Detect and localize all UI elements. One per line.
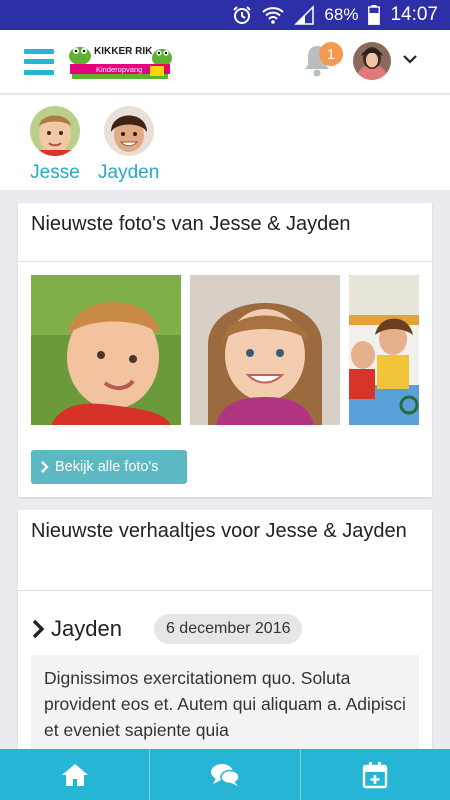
card-title: Nieuwste foto's van Jesse & Jayden — [31, 213, 351, 235]
notification-badge: 1 — [319, 42, 343, 66]
children-selector: Jesse Jayden — [0, 95, 450, 190]
chevron-right-icon — [32, 619, 45, 639]
chevron-down-icon[interactable] — [402, 52, 418, 64]
child-avatar — [103, 106, 154, 156]
latest-stories-card: Nieuwste verhaaltjes voor Jesse & Jayden… — [18, 510, 432, 770]
alarm-icon — [232, 5, 252, 25]
divider — [18, 590, 432, 591]
user-avatar[interactable] — [353, 42, 391, 80]
nav-messages[interactable] — [149, 749, 299, 800]
battery-icon — [368, 5, 381, 25]
home-icon — [61, 763, 88, 786]
hamburger-menu-icon[interactable] — [24, 48, 54, 75]
logo-title: KIKKER RIK — [94, 46, 153, 57]
story-header[interactable]: Jayden 6 december 2016 — [31, 614, 303, 644]
child-jayden[interactable]: Jayden — [98, 95, 159, 190]
calendar-add-icon — [363, 761, 388, 788]
chevron-right-icon — [41, 461, 49, 473]
child-jesse[interactable]: Jesse — [30, 95, 80, 190]
story-child-name: Jayden — [51, 616, 122, 641]
kikker-rik-logo: KIKKER RIK Kinderopvang — [66, 41, 174, 82]
view-all-photos-button[interactable]: Bekijk alle foto's — [31, 450, 187, 484]
latest-photos-card: Nieuwste foto's van Jesse & Jayden Bekij… — [18, 203, 432, 497]
button-label: Bekijk alle foto's — [55, 459, 159, 475]
app-header: KIKKER RIK Kinderopvang 1 — [0, 30, 450, 94]
card-title: Nieuwste verhaaltjes voor Jesse & Jayden — [31, 520, 407, 542]
child-avatar — [30, 106, 80, 156]
nav-calendar[interactable] — [299, 749, 450, 800]
clock: 14:07 — [390, 4, 438, 25]
photo-strip[interactable] — [31, 275, 419, 425]
logo-subtitle: Kinderopvang — [96, 65, 142, 74]
photo-thumbnail[interactable] — [31, 275, 181, 425]
photo-thumbnail[interactable] — [349, 275, 419, 425]
story-date-badge: 6 december 2016 — [153, 614, 303, 644]
bottom-navigation — [0, 749, 450, 800]
divider — [18, 261, 432, 262]
photo-thumbnail[interactable] — [190, 275, 340, 425]
chat-bubbles-icon — [210, 763, 240, 786]
signal-icon — [294, 5, 315, 25]
nav-home[interactable] — [0, 749, 149, 800]
battery-percent: 68% — [324, 5, 359, 24]
child-name: Jesse — [30, 162, 80, 183]
status-bar: 68% 14:07 — [0, 0, 450, 30]
wifi-icon — [262, 5, 285, 25]
child-name: Jayden — [98, 162, 160, 183]
